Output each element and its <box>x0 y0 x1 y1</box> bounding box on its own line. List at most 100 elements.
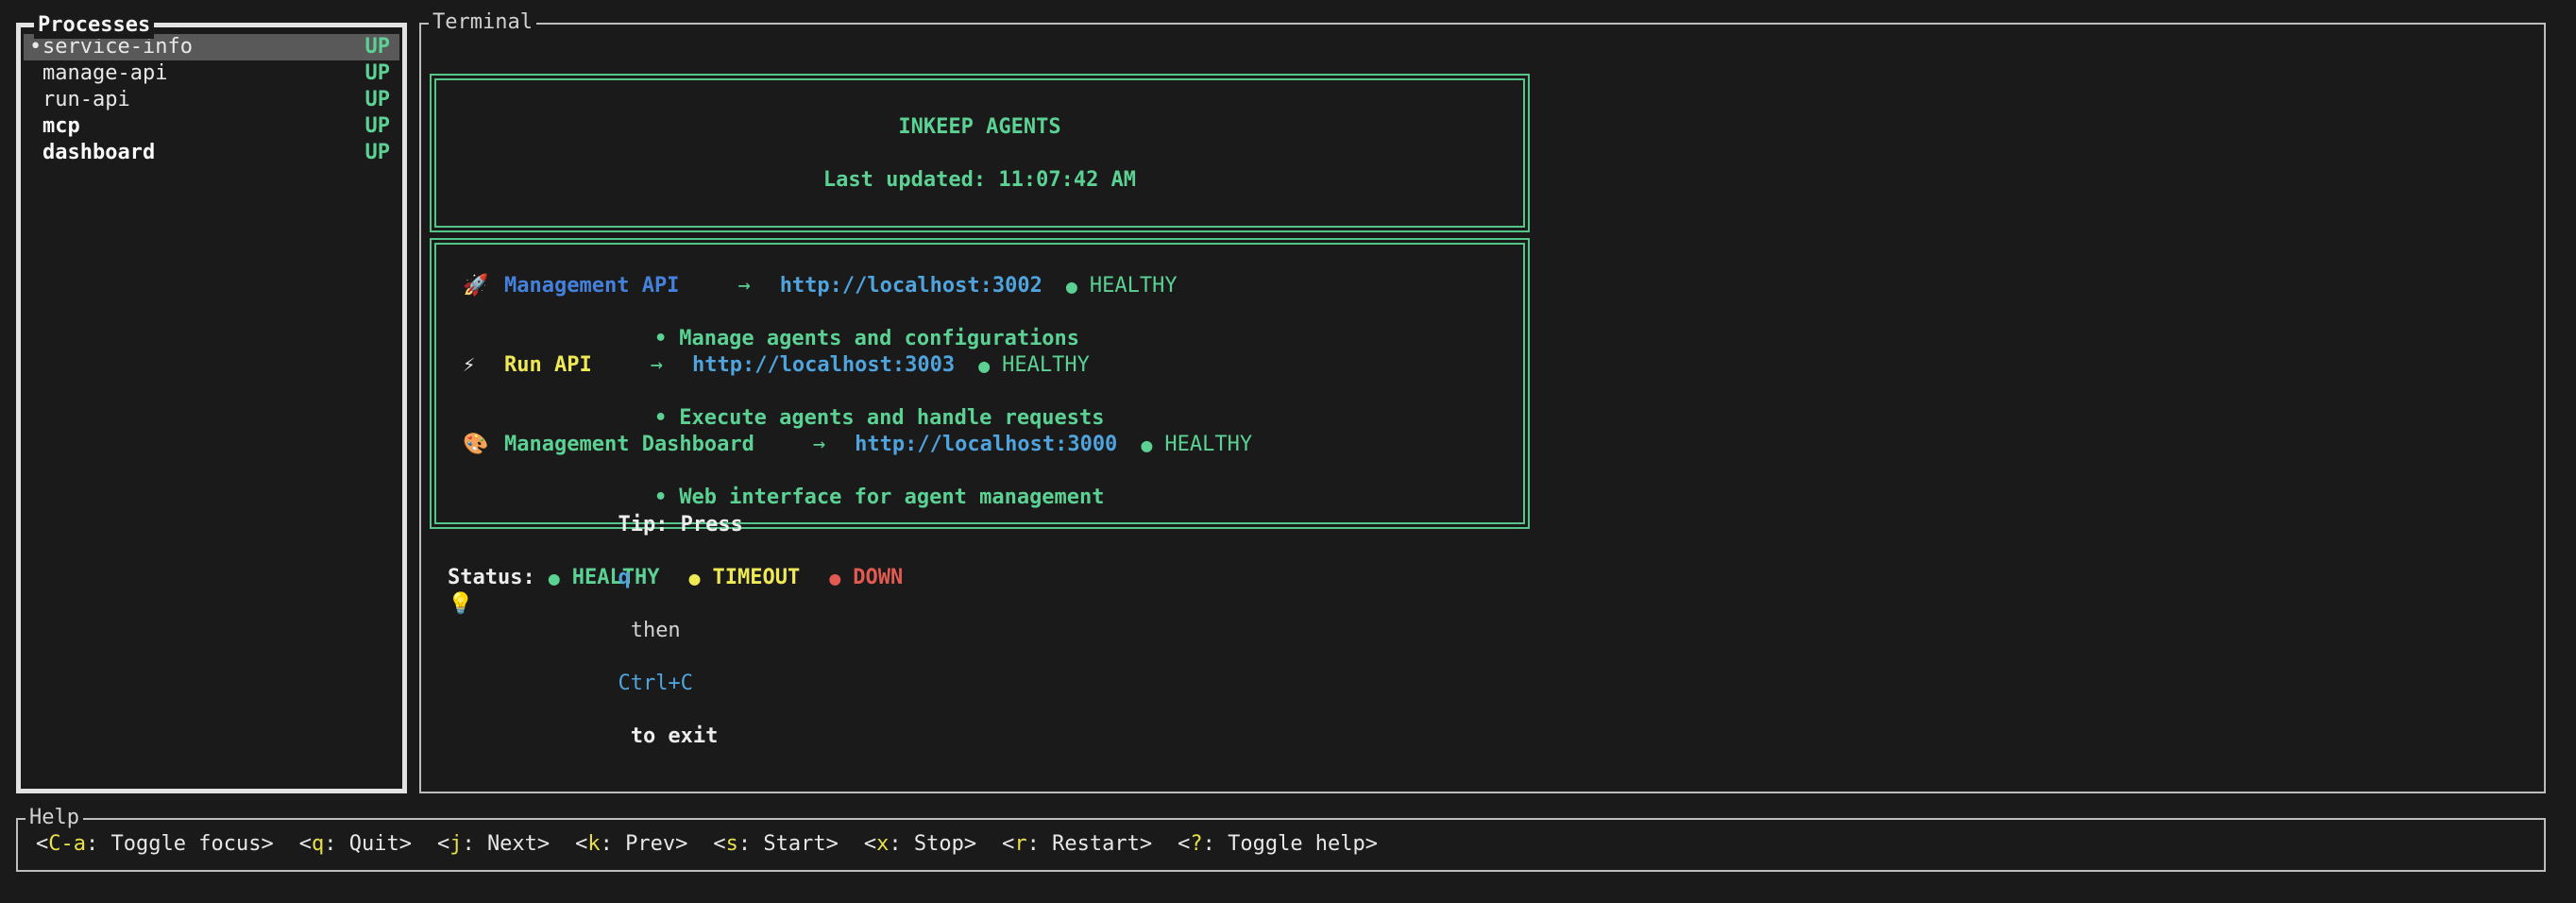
help-colon: : <box>601 832 626 856</box>
service-description: •Execute agents and handle requests <box>463 379 1514 405</box>
selection-bullet-icon <box>29 140 42 166</box>
process-status-badge: UP <box>365 140 391 166</box>
help-item: <s: Start> <box>713 831 838 858</box>
help-label: Restart <box>1052 832 1140 856</box>
help-label: Prev <box>625 832 675 856</box>
status-dot-icon: ● <box>978 352 990 379</box>
tip-segment: then <box>618 619 692 642</box>
service-health-label: HEALTHY <box>1090 273 1178 299</box>
tip-segment: Ctrl+C <box>618 672 692 695</box>
close-bracket: > <box>261 832 273 856</box>
open-bracket: < <box>575 832 587 856</box>
close-bracket: > <box>826 832 839 856</box>
close-bracket: > <box>964 832 976 856</box>
selection-bullet-icon <box>29 113 42 140</box>
tip-line: 💡 Tip: Press q then Ctrl+C to exit <box>421 591 2544 618</box>
help-key: r <box>1014 832 1026 856</box>
terminal-panel: Terminal INKEEP AGENTS Last updated: 11:… <box>419 23 2546 793</box>
help-panel-title: Help <box>25 805 83 831</box>
process-list: • service-info UP manage-api UP run-api … <box>21 27 402 166</box>
help-panel: Help <C-a: Toggle focus> <q: Quit> <j: N… <box>16 818 2546 872</box>
agents-header-box: INKEEP AGENTS Last updated: 11:07:42 AM <box>430 74 1530 232</box>
help-colon: : <box>86 832 111 856</box>
legend-label: DOWN <box>853 565 903 591</box>
help-colon: : <box>1027 832 1053 856</box>
bullet-icon: • <box>654 327 667 350</box>
last-updated-text: Last updated: 11:07:42 AM <box>436 167 1523 194</box>
help-items: <C-a: Toggle focus> <q: Quit> <j: Next> … <box>18 831 2544 858</box>
service-name: Run API <box>504 352 592 379</box>
process-status-badge: UP <box>365 87 391 113</box>
arrow-icon: → <box>813 432 825 458</box>
help-item: <q: Quit> <box>299 831 412 858</box>
process-status-badge: UP <box>365 60 391 87</box>
help-item: <j: Next> <box>437 831 550 858</box>
agents-title: INKEEP AGENTS <box>436 114 1523 141</box>
service-line: 🚀 Management API → http://localhost:3002… <box>463 273 1514 299</box>
help-key: s <box>726 832 738 856</box>
status-dot-icon: ● <box>829 565 840 591</box>
tip-segment: Tip: Press <box>618 513 755 537</box>
help-item: <C-a: Toggle focus> <box>36 831 274 858</box>
service-description: •Manage agents and configurations <box>463 299 1514 326</box>
process-name: manage-api <box>42 60 365 87</box>
open-bracket: < <box>299 832 312 856</box>
close-bracket: > <box>537 832 550 856</box>
close-bracket: > <box>1365 832 1378 856</box>
service-icon: ⚡ <box>463 352 491 379</box>
help-item: <r: Restart> <box>1002 831 1152 858</box>
open-bracket: < <box>36 832 48 856</box>
close-bracket: > <box>1140 832 1152 856</box>
help-key: q <box>312 832 324 856</box>
close-bracket: > <box>675 832 687 856</box>
process-row[interactable]: dashboard UP <box>24 140 399 166</box>
lightbulb-icon: 💡 <box>448 591 476 618</box>
help-key: j <box>449 832 462 856</box>
tip-text: Tip: Press q then Ctrl+C to exit <box>493 433 755 776</box>
help-label: Toggle focus <box>111 832 262 856</box>
processes-panel-title: Processes <box>34 12 154 39</box>
process-status-badge: UP <box>365 113 391 140</box>
service-url[interactable]: http://localhost:3002 <box>780 273 1042 299</box>
process-row[interactable]: run-api UP <box>24 87 399 113</box>
service-url[interactable]: http://localhost:3003 <box>692 352 955 379</box>
process-row[interactable]: mcp UP <box>24 113 399 140</box>
tip-segment: q <box>618 566 630 589</box>
help-label: Quit <box>349 832 399 856</box>
legend-entry: ● DOWN <box>829 565 903 591</box>
service-health-label: HEALTHY <box>1002 352 1090 379</box>
help-item: <k: Prev> <box>575 831 687 858</box>
status-dot-icon: ● <box>1066 273 1077 299</box>
arrow-icon: → <box>651 352 663 379</box>
help-key: C-a <box>48 832 86 856</box>
help-colon: : <box>462 832 487 856</box>
help-colon: : <box>324 832 349 856</box>
help-colon: : <box>889 832 914 856</box>
help-item: <x: Stop> <box>864 831 976 858</box>
process-row[interactable]: manage-api UP <box>24 60 399 87</box>
status-dot-icon: ● <box>1141 432 1152 458</box>
service-name: Management API <box>504 273 679 299</box>
selection-bullet-icon <box>29 87 42 113</box>
open-bracket: < <box>437 832 449 856</box>
help-colon: : <box>1203 832 1229 856</box>
service-description-text: Manage agents and configurations <box>679 327 1079 350</box>
bullet-icon: • <box>654 406 667 430</box>
arrow-icon: → <box>737 273 750 299</box>
service-description-text: Execute agents and handle requests <box>679 406 1104 430</box>
service-icon: 🎨 <box>463 432 491 458</box>
help-key: x <box>876 832 889 856</box>
help-item: <?: Toggle help> <box>1178 831 1378 858</box>
open-bracket: < <box>864 832 876 856</box>
service-health-label: HEALTHY <box>1164 432 1252 458</box>
process-name: run-api <box>42 87 365 113</box>
service-url[interactable]: http://localhost:3000 <box>855 432 1117 458</box>
process-name: mcp <box>42 113 365 140</box>
open-bracket: < <box>713 832 725 856</box>
process-status-badge: UP <box>365 34 391 60</box>
help-label: Toggle help <box>1228 832 1365 856</box>
service-icon: 🚀 <box>463 273 491 299</box>
help-colon: : <box>738 832 764 856</box>
help-key: k <box>587 832 600 856</box>
selection-bullet-icon <box>29 60 42 87</box>
